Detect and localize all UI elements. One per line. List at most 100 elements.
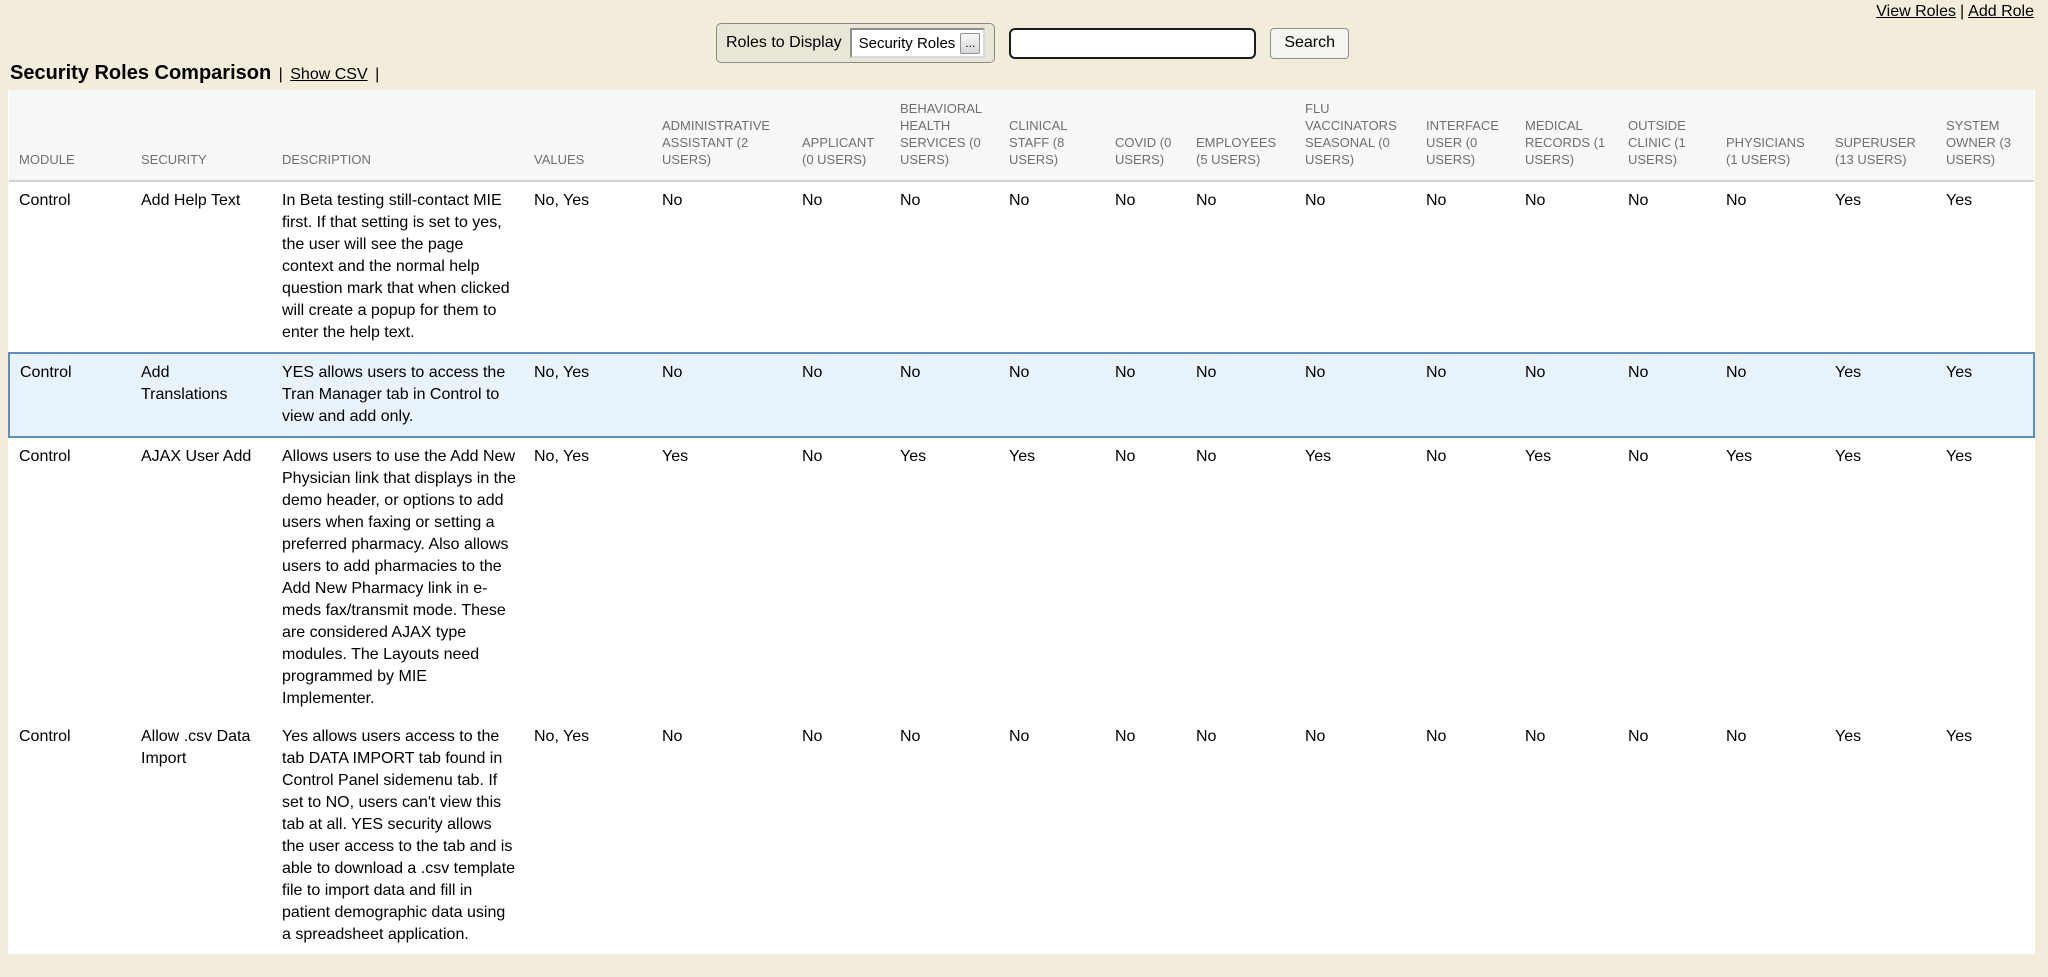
top-links-separator: | [1960, 3, 1964, 20]
cell-role-value: No [1186, 437, 1295, 718]
roles-table: MODULESECURITYDESCRIPTIONVALUESADMINISTR… [8, 90, 2035, 954]
cell-role-value: No [652, 181, 792, 353]
cell-role-value: No [999, 181, 1105, 353]
roles-select[interactable]: Security Roles ... [850, 28, 986, 58]
cell-module: Control [9, 353, 131, 437]
cell-role-value: Yes [1515, 437, 1618, 718]
column-header-medical-records-1-users: MEDICAL RECORDS (1 USERS) [1515, 90, 1618, 181]
cell-role-value: Yes [1825, 181, 1936, 353]
table-row[interactable]: ControlAdd TranslationsYES allows users … [9, 353, 2034, 437]
show-csv-link[interactable]: Show CSV [290, 66, 367, 83]
cell-role-value: Yes [1825, 718, 1936, 954]
cell-description: YES allows users to access the Tran Mana… [272, 353, 524, 437]
view-roles-link[interactable]: View Roles [1876, 3, 1956, 20]
cell-values: No, Yes [524, 353, 652, 437]
roles-to-display-label: Roles to Display [726, 34, 842, 52]
cell-role-value: No [652, 718, 792, 954]
cell-role-value: No [1515, 181, 1618, 353]
cell-role-value: Yes [1936, 353, 2034, 437]
table-row[interactable]: ControlAllow .csv Data ImportYes allows … [9, 718, 2034, 954]
controls-bar: Roles to Display Security Roles ... Sear… [716, 23, 1349, 63]
column-header-covid-0-users: COVID (0 USERS) [1105, 90, 1186, 181]
search-button[interactable]: Search [1270, 28, 1349, 59]
cell-security: Allow .csv Data Import [131, 718, 272, 954]
cell-role-value: No [1105, 437, 1186, 718]
cell-role-value: No [1716, 718, 1825, 954]
cell-role-value: No [890, 353, 999, 437]
cell-role-value: No [652, 353, 792, 437]
cell-description: Allows users to use the Add New Physicia… [272, 437, 524, 718]
cell-role-value: No [890, 718, 999, 954]
column-header-employees-5-users: EMPLOYEES (5 USERS) [1186, 90, 1295, 181]
column-header-outside-clinic-1-users: OUTSIDE CLINIC (1 USERS) [1618, 90, 1716, 181]
column-header-applicant-0-users: APPLICANT (0 USERS) [792, 90, 890, 181]
column-header-administrative-assistant-2-users: ADMINISTRATIVE ASSISTANT (2 USERS) [652, 90, 792, 181]
column-header-clinical-staff-8-users: CLINICAL STAFF (8 USERS) [999, 90, 1105, 181]
cell-role-value: No [1295, 181, 1416, 353]
cell-module: Control [9, 718, 131, 954]
add-role-link[interactable]: Add Role [1968, 3, 2034, 20]
cell-role-value: No [1716, 353, 1825, 437]
search-input[interactable] [1009, 28, 1256, 59]
column-header-superuser-13-users: SUPERUSER (13 USERS) [1825, 90, 1936, 181]
cell-values: No, Yes [524, 437, 652, 718]
cell-role-value: No [1105, 718, 1186, 954]
column-header-security: SECURITY [131, 90, 272, 181]
cell-role-value: No [1618, 437, 1716, 718]
cell-role-value: No [890, 181, 999, 353]
cell-role-value: No [999, 718, 1105, 954]
cell-role-value: Yes [1716, 437, 1825, 718]
title-separator: | [279, 66, 283, 83]
cell-role-value: No [1515, 718, 1618, 954]
roles-select-expand-button[interactable]: ... [960, 33, 980, 54]
cell-role-value: No [1186, 181, 1295, 353]
cell-role-value: No [1416, 181, 1515, 353]
table-row[interactable]: ControlAJAX User AddAllows users to use … [9, 437, 2034, 718]
column-header-module: MODULE [9, 90, 131, 181]
cell-role-value: No [1618, 353, 1716, 437]
cell-role-value: No [1716, 181, 1825, 353]
cell-role-value: Yes [890, 437, 999, 718]
cell-role-value: No [1416, 718, 1515, 954]
cell-role-value: Yes [1825, 437, 1936, 718]
cell-role-value: No [792, 718, 890, 954]
cell-role-value: No [1105, 353, 1186, 437]
cell-role-value: No [792, 353, 890, 437]
cell-role-value: No [1295, 718, 1416, 954]
cell-role-value: Yes [652, 437, 792, 718]
cell-values: No, Yes [524, 718, 652, 954]
cell-role-value: Yes [1295, 437, 1416, 718]
cell-role-value: No [1295, 353, 1416, 437]
cell-role-value: No [1515, 353, 1618, 437]
roles-select-value: Security Roles [859, 35, 956, 52]
table-row[interactable]: ControlAdd Help TextIn Beta testing stil… [9, 181, 2034, 353]
cell-role-value: No [1618, 718, 1716, 954]
column-header-system-owner-3-users: SYSTEM OWNER (3 USERS) [1936, 90, 2034, 181]
column-header-description: DESCRIPTION [272, 90, 524, 181]
cell-role-value: No [1105, 181, 1186, 353]
title-line: Security Roles Comparison | Show CSV | [10, 62, 382, 85]
cell-role-value: No [1186, 718, 1295, 954]
column-header-behavioral-health-services-0-users: BEHAVIORAL HEALTH SERVICES (0 USERS) [890, 90, 999, 181]
header-row: MODULESECURITYDESCRIPTIONVALUESADMINISTR… [9, 90, 2034, 181]
page-title: Security Roles Comparison [10, 62, 271, 84]
cell-role-value: No [1416, 353, 1515, 437]
cell-role-value: No [792, 437, 890, 718]
title-separator-2: | [375, 66, 379, 83]
cell-role-value: Yes [1936, 718, 2034, 954]
cell-role-value: No [792, 181, 890, 353]
roles-to-display-widget: Roles to Display Security Roles ... [716, 23, 995, 63]
cell-module: Control [9, 437, 131, 718]
column-header-physicians-1-users: PHYSICIANS (1 USERS) [1716, 90, 1825, 181]
cell-role-value: No [1416, 437, 1515, 718]
top-links: View Roles|Add Role [1876, 3, 2034, 21]
cell-role-value: Yes [1936, 181, 2034, 353]
cell-security: AJAX User Add [131, 437, 272, 718]
cell-description: In Beta testing still-contact MIE first.… [272, 181, 524, 353]
cell-role-value: Yes [1825, 353, 1936, 437]
column-header-values: VALUES [524, 90, 652, 181]
column-header-flu-vaccinators-seasonal-0-users: FLU VACCINATORS SEASONAL (0 USERS) [1295, 90, 1416, 181]
cell-role-value: No [1618, 181, 1716, 353]
cell-role-value: Yes [1936, 437, 2034, 718]
cell-role-value: Yes [999, 437, 1105, 718]
